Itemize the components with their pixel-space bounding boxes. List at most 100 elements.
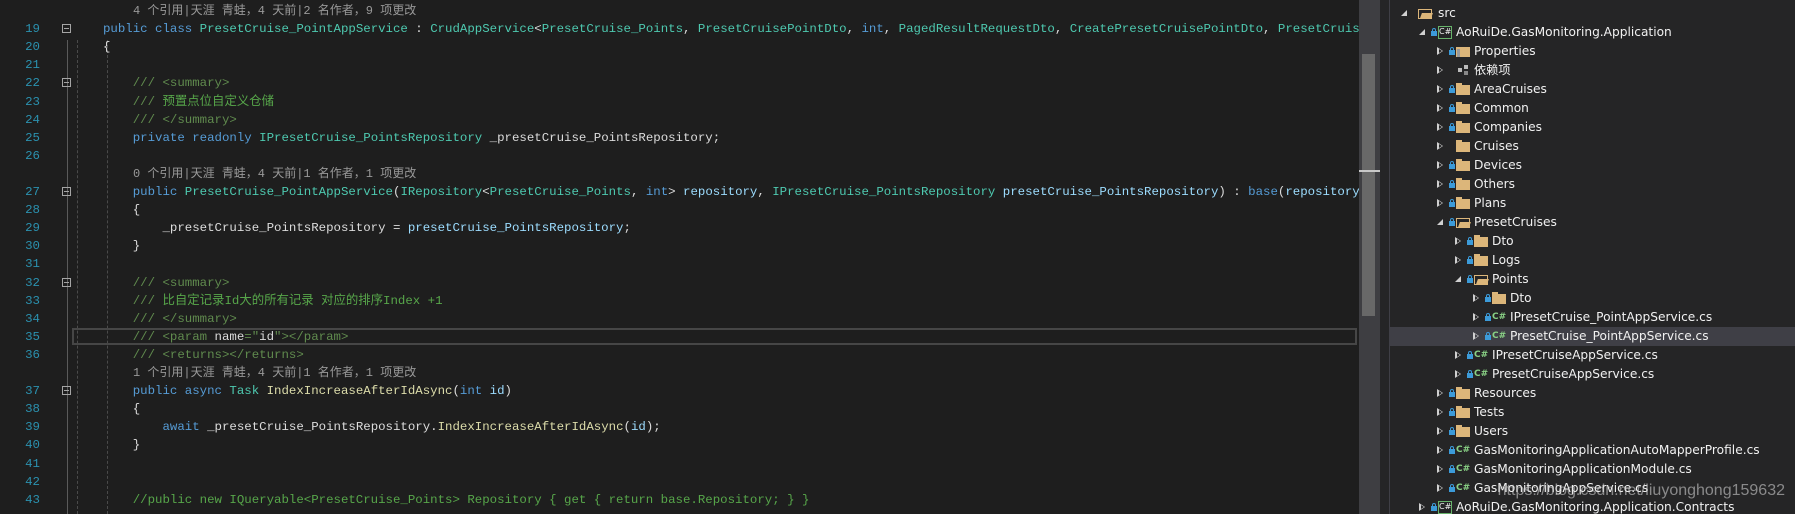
tree-item[interactable]: Tests xyxy=(1390,403,1795,422)
code-token: CreatePresetCruisePointDto xyxy=(1069,22,1264,37)
collapsed-arrow-icon[interactable] xyxy=(1454,251,1464,270)
tree-item[interactable]: C# PresetCruise_PointAppService.cs xyxy=(1390,326,1795,346)
collapsed-arrow-icon[interactable] xyxy=(1436,137,1446,156)
code-line[interactable]: 19 public class PresetCruise_PointAppServ… xyxy=(0,20,1359,38)
code-line[interactable]: 32 /// <summary> xyxy=(0,274,1359,292)
collapse-icon[interactable] xyxy=(62,277,71,287)
code-line[interactable]: 21 xyxy=(0,56,1359,74)
tree-item-label: Dto xyxy=(1492,233,1514,248)
tree-item[interactable]: Devices xyxy=(1390,156,1795,175)
code-token: , xyxy=(630,185,646,199)
collapsed-arrow-icon[interactable] xyxy=(1454,232,1464,251)
collapsed-arrow-icon[interactable] xyxy=(1436,460,1446,479)
tree-item[interactable]: AreaCruises xyxy=(1390,80,1795,99)
code-editor[interactable]: 4 个引用|天涯 青蛙，4 天前|2 名作者，9 项更改 19 public cla… xyxy=(0,0,1359,514)
code-line[interactable]: 28 { xyxy=(0,201,1359,219)
codelens-info[interactable]: 1 个引用|天涯 青蛙，4 天前|1 名作者，1 项更改 xyxy=(0,364,1359,382)
tree-item[interactable]: src xyxy=(1390,4,1795,23)
line-number: 26 xyxy=(25,148,40,163)
code-token: PresetCruise_PointAppService xyxy=(184,185,393,199)
collapsed-arrow-icon[interactable] xyxy=(1436,80,1446,99)
code-line[interactable]: 23 /// 预置点位自定义仓储 xyxy=(0,93,1359,111)
tree-item[interactable]: Properties xyxy=(1390,42,1795,61)
scrollbar-thumb[interactable] xyxy=(1362,54,1375,316)
tree-item[interactable]: C# IPresetCruise_PointAppService.cs xyxy=(1390,308,1795,327)
codelens-text[interactable]: 1 个引用|天涯 青蛙，4 天前|1 名作者，1 项更改 xyxy=(133,364,416,382)
collapsed-arrow-icon[interactable] xyxy=(1436,422,1446,441)
collapsed-arrow-icon[interactable] xyxy=(1472,289,1482,308)
collapsed-arrow-icon[interactable] xyxy=(1436,441,1446,460)
line-number: 24 xyxy=(25,112,40,127)
tree-item[interactable]: Common xyxy=(1390,99,1795,118)
expanded-arrow-icon[interactable] xyxy=(1418,23,1428,42)
expanded-arrow-icon[interactable] xyxy=(1436,213,1446,232)
tree-item[interactable]: Dto xyxy=(1390,289,1795,308)
collapsed-arrow-icon[interactable] xyxy=(1436,175,1446,194)
collapsed-arrow-icon[interactable] xyxy=(1436,194,1446,213)
expanded-arrow-icon[interactable] xyxy=(1454,270,1464,289)
collapse-icon[interactable] xyxy=(62,187,71,196)
collapsed-arrow-icon[interactable] xyxy=(1436,384,1446,403)
tree-item[interactable]: C# GasMonitoringApplicationAutoMapperProf… xyxy=(1390,441,1795,460)
code-line[interactable]: 30 } xyxy=(0,237,1359,255)
codelens-text[interactable]: 0 个引用|天涯 青蛙，4 天前|1 名作者，1 项更改 xyxy=(133,165,416,183)
collapsed-arrow-icon[interactable] xyxy=(1472,327,1482,346)
codelens-text[interactable]: 4 个引用|天涯 青蛙，4 天前|2 名作者，9 项更改 xyxy=(133,2,416,20)
tree-item[interactable]: C# PresetCruiseAppService.cs xyxy=(1390,365,1795,384)
code-line[interactable]: 26 xyxy=(0,147,1359,165)
tree-item[interactable]: C# IPresetCruiseAppService.cs xyxy=(1390,346,1795,365)
collapsed-arrow-icon[interactable] xyxy=(1454,365,1464,384)
collapsed-arrow-icon[interactable] xyxy=(1436,61,1446,80)
code-token: , xyxy=(683,22,698,37)
tree-item[interactable]: C# AoRuiDe.GasMonitoring.Application xyxy=(1390,23,1795,42)
collapsed-arrow-icon[interactable] xyxy=(1436,118,1446,137)
collapse-icon[interactable] xyxy=(62,78,71,88)
code-line[interactable]: 40 } xyxy=(0,436,1359,454)
collapsed-arrow-icon[interactable] xyxy=(1454,346,1464,365)
collapsed-arrow-icon[interactable] xyxy=(1418,498,1428,514)
code-line[interactable]: 38 { xyxy=(0,400,1359,418)
collapsed-arrow-icon[interactable] xyxy=(1436,99,1446,118)
collapse-icon[interactable] xyxy=(62,386,71,396)
code-line[interactable]: 25 private readonly IPresetCruise_Points… xyxy=(0,129,1359,147)
collapsed-arrow-icon[interactable] xyxy=(1436,42,1446,61)
code-line[interactable]: 20 { xyxy=(0,38,1359,56)
tree-item[interactable]: C# GasMonitoringApplicationModule.cs xyxy=(1390,460,1795,479)
code-line[interactable]: 35 /// <param name="id"></param> xyxy=(0,327,1359,346)
code-line[interactable]: 22 /// <summary> xyxy=(0,74,1359,92)
tree-item[interactable]: Dto xyxy=(1390,232,1795,251)
vertical-scrollbar[interactable] xyxy=(1359,0,1380,514)
tree-item[interactable]: Resources xyxy=(1390,384,1795,403)
tree-item[interactable]: 依赖项 xyxy=(1390,61,1795,80)
code-line[interactable]: 43 //public new IQueryable<PresetCruise_… xyxy=(0,491,1359,509)
tree-item[interactable]: Users xyxy=(1390,422,1795,441)
tree-item[interactable]: Cruises xyxy=(1390,137,1795,156)
collapsed-arrow-icon[interactable] xyxy=(1472,308,1482,327)
code-line[interactable]: 33 /// 比自定记录Id大的所有记录 对应的排序Index +1 xyxy=(0,292,1359,310)
code-line[interactable]: 36 /// <returns></returns> xyxy=(0,346,1359,364)
code-line[interactable]: 29 _presetCruise_PointsRepository = pres… xyxy=(0,219,1359,237)
code-line[interactable]: 37 public async Task IndexIncreaseAfterI… xyxy=(0,382,1359,400)
code-line[interactable]: 39 await _presetCruise_PointsRepository.… xyxy=(0,418,1359,436)
codelens-info[interactable]: 0 个引用|天涯 青蛙，4 天前|1 名作者，1 项更改 xyxy=(0,165,1359,183)
code-line[interactable]: 27 public PresetCruise_PointAppService(I… xyxy=(0,183,1359,201)
code-token: await xyxy=(103,420,200,435)
collapse-icon[interactable] xyxy=(62,24,71,34)
code-line[interactable]: 41 xyxy=(0,455,1359,473)
code-line[interactable]: 34 /// </summary> xyxy=(0,310,1359,328)
code-line[interactable]: 42 xyxy=(0,473,1359,491)
tree-item[interactable]: Logs xyxy=(1390,251,1795,270)
code-line[interactable]: 31 xyxy=(0,255,1359,273)
collapsed-arrow-icon[interactable] xyxy=(1436,479,1446,498)
expanded-arrow-icon[interactable] xyxy=(1400,4,1410,23)
code-line[interactable]: 24 /// </summary> xyxy=(0,111,1359,129)
codelens-info[interactable]: 4 个引用|天涯 青蛙，4 天前|2 名作者，9 项更改 xyxy=(0,2,1359,20)
tree-item[interactable]: Companies xyxy=(1390,118,1795,137)
tree-item[interactable]: Plans xyxy=(1390,194,1795,213)
tree-item[interactable]: Points xyxy=(1390,270,1795,289)
tree-item[interactable]: PresetCruises xyxy=(1390,213,1795,232)
tree-item[interactable]: Others xyxy=(1390,175,1795,194)
code-token: id xyxy=(630,420,646,435)
collapsed-arrow-icon[interactable] xyxy=(1436,403,1446,422)
collapsed-arrow-icon[interactable] xyxy=(1436,156,1446,175)
